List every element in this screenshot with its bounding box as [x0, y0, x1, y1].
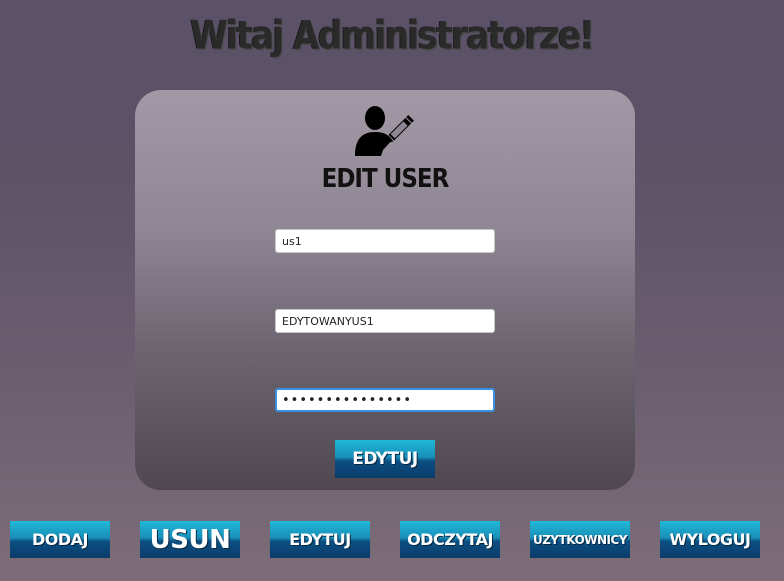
new-username-field[interactable] [275, 309, 495, 333]
wyloguj-button[interactable]: WYLOGUJ [660, 521, 760, 558]
odczytaj-button[interactable]: ODCZYTAJ [400, 521, 500, 558]
password-field[interactable] [275, 388, 495, 412]
edit-user-panel: EDIT USER EDYTUJ [135, 90, 635, 490]
dodaj-button[interactable]: DODAJ [10, 521, 110, 558]
usun-button[interactable]: USUN [140, 521, 240, 558]
uzytkownicy-button[interactable]: UZYTKOWNICY [530, 521, 630, 558]
edytuj-submit-button[interactable]: EDYTUJ [335, 440, 435, 478]
page-title: Witaj Administratorze! [190, 13, 595, 59]
username-field[interactable] [275, 229, 495, 253]
user-edit-icon [355, 106, 414, 156]
edytuj-nav-button[interactable]: EDYTUJ [270, 521, 370, 558]
edit-user-title: EDIT USER [321, 164, 450, 194]
